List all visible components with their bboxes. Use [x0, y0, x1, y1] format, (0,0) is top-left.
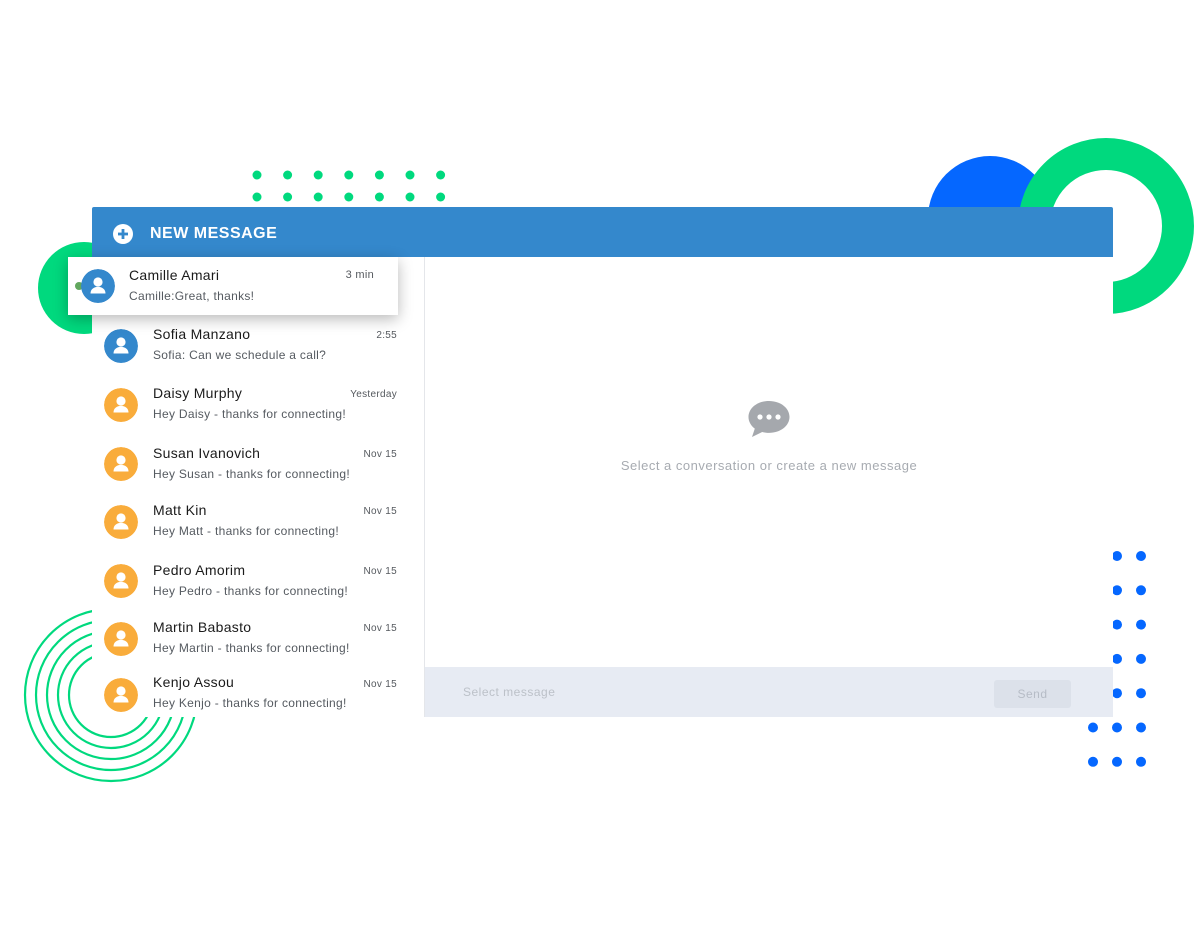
decorative-dot [1136, 688, 1146, 699]
decorative-dot [405, 192, 415, 202]
conversation-preview: Hey Matt - thanks for connecting! [153, 524, 339, 538]
new-message-button[interactable]: NEW MESSAGE [92, 207, 1113, 257]
conversation-preview: Hey Susan - thanks for connecting! [153, 467, 350, 481]
conversation-time: Nov 15 [363, 679, 397, 690]
message-input[interactable] [425, 667, 985, 717]
decorative-dot [1136, 653, 1146, 664]
conversation-time: 3 min [345, 269, 374, 281]
conversation-name: Pedro Amorim [153, 562, 246, 578]
user-avatar-icon [104, 505, 138, 539]
conversation-time: Nov 15 [363, 623, 397, 634]
decorative-dot [1088, 722, 1098, 733]
decorative-dot [374, 170, 384, 180]
decorative-dot [313, 192, 323, 202]
conversation-item[interactable]: Martin Babasto Hey Martin - thanks for c… [92, 610, 423, 668]
send-button[interactable]: Send [994, 680, 1071, 708]
conversation-name: Matt Kin [153, 502, 207, 518]
decorative-green-dots [252, 170, 446, 202]
new-message-label: NEW MESSAGE [150, 225, 278, 242]
user-avatar-icon [104, 622, 138, 656]
conversation-time: Nov 15 [363, 506, 397, 517]
conversation-time: Nov 15 [363, 449, 397, 460]
decorative-dot [1112, 551, 1122, 561]
user-avatar-icon [104, 329, 138, 363]
conversation-item[interactable]: Susan Ivanovich Hey Susan - thanks for c… [92, 433, 423, 494]
decorative-dot [436, 170, 446, 180]
conversation-item[interactable]: Sofia Manzano Sofia: Can we schedule a c… [92, 315, 423, 376]
decorative-dot [344, 170, 354, 180]
decorative-dot [1088, 756, 1098, 767]
decorative-dot [405, 170, 415, 180]
decorative-dot [252, 192, 262, 202]
decorative-dot [1112, 585, 1122, 596]
decorative-dot [344, 192, 354, 202]
decorative-dot [1136, 756, 1146, 767]
conversation-time: Yesterday [350, 389, 397, 400]
empty-state-text: Select a conversation or create a new me… [620, 458, 918, 473]
conversation-preview: Hey Pedro - thanks for connecting! [153, 584, 348, 598]
conversation-item[interactable]: Matt Kin Hey Matt - thanks for connectin… [92, 493, 423, 551]
decorative-dot [1112, 688, 1122, 699]
user-avatar-icon [81, 269, 115, 303]
user-avatar-icon [104, 678, 138, 712]
conversation-list: Sofia Manzano Sofia: Can we schedule a c… [92, 257, 424, 717]
decorative-dot [436, 192, 446, 202]
conversation-time: 2:55 [376, 330, 397, 341]
conversation-item[interactable]: Kenjo Assou Hey Kenjo - thanks for conne… [92, 667, 423, 717]
conversation-preview: Hey Daisy - thanks for connecting! [153, 407, 346, 421]
message-composer: Send [425, 667, 1113, 717]
conversation-name: Susan Ivanovich [153, 445, 261, 461]
decorative-dot [283, 192, 293, 202]
conversation-preview: Hey Kenjo - thanks for connecting! [153, 696, 347, 710]
decorative-dot [374, 192, 384, 202]
decorative-dot [1112, 653, 1122, 664]
conversation-name: Martin Babasto [153, 619, 252, 635]
user-avatar-icon [104, 564, 138, 598]
decorative-dot [1112, 756, 1122, 767]
conversation-item[interactable]: Pedro Amorim Hey Pedro - thanks for conn… [92, 550, 423, 611]
active-conversation-item[interactable]: Camille Amari Camille:Great, thanks! 3 m… [68, 257, 398, 315]
decorative-dot [1112, 722, 1122, 733]
decorative-dot [1136, 551, 1146, 561]
conversation-preview: Hey Martin - thanks for connecting! [153, 641, 350, 655]
conversation-name: Sofia Manzano [153, 326, 251, 342]
chat-bubble-icon [748, 401, 790, 437]
decorative-dot [1136, 619, 1146, 630]
conversation-name: Kenjo Assou [153, 674, 235, 690]
decorative-dot [313, 170, 323, 180]
conversation-time: Nov 15 [363, 566, 397, 577]
empty-conversation-panel: Select a conversation or create a new me… [425, 257, 1113, 667]
decorative-dot [252, 170, 262, 180]
decorative-dot [1112, 619, 1122, 630]
decorative-dot [283, 170, 293, 180]
conversation-name: Camille Amari [129, 267, 220, 283]
user-avatar-icon [104, 447, 138, 481]
conversation-name: Daisy Murphy [153, 385, 243, 401]
decorative-dot [1136, 585, 1146, 596]
conversation-preview: Sofia: Can we schedule a call? [153, 348, 327, 362]
plus-circle-icon [113, 224, 133, 244]
decorative-dot [1136, 722, 1146, 733]
conversation-preview: Camille:Great, thanks! [129, 289, 255, 303]
user-avatar-icon [104, 388, 138, 422]
conversation-item[interactable]: Daisy Murphy Hey Daisy - thanks for conn… [92, 375, 423, 434]
